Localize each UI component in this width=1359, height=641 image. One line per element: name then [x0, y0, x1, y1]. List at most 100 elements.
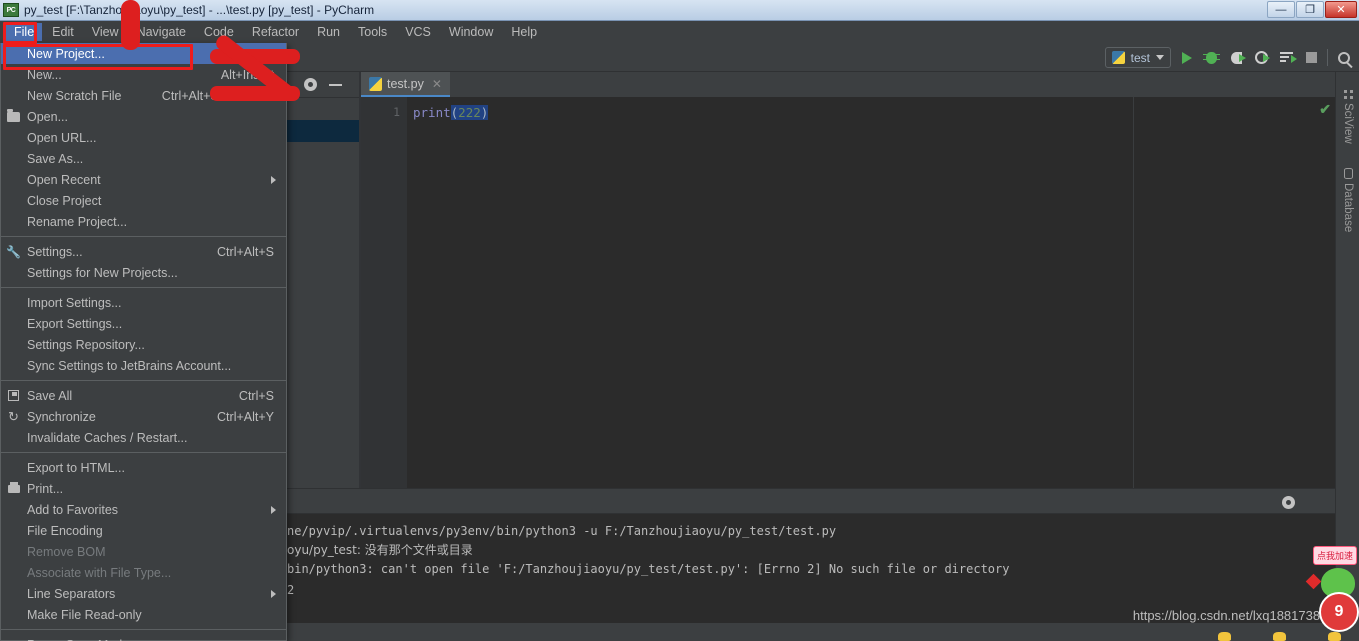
inspection-status-icon[interactable]: ✔ [1319, 101, 1331, 118]
menu-item-shortcut: Alt+Insert [220, 67, 274, 82]
file-menu-item-remove-bom: Remove BOM [1, 541, 286, 562]
submenu-arrow-icon [271, 505, 276, 514]
hide-panel-icon[interactable] [329, 83, 342, 86]
stop-button[interactable] [1302, 48, 1321, 67]
editor-gutter[interactable]: 1 [361, 97, 407, 488]
file-menu-item-save-all[interactable]: Save All Ctrl+S [1, 385, 286, 406]
file-menu-item-file-encoding[interactable]: File Encoding [1, 520, 286, 541]
file-menu-item-export-to-html[interactable]: Export to HTML... [1, 457, 286, 478]
file-menu-item-line-separators[interactable]: Line Separators [1, 583, 286, 604]
menu-item-label: Save As... [27, 151, 84, 166]
run-button[interactable] [1177, 48, 1196, 67]
file-menu-item-save-as[interactable]: Save As... [1, 148, 286, 169]
menu-item-label: Add to Favorites [27, 502, 119, 517]
menu-tools[interactable]: Tools [350, 23, 395, 41]
tab-test-py[interactable]: test.py ✕ [361, 72, 450, 97]
code-token-function: print [413, 105, 451, 120]
editor-area: test.py ✕ 1 print(222) ✔ [361, 72, 1335, 488]
file-menu-item-sync-settings-to-jetbrains-account[interactable]: Sync Settings to JetBrains Account... [1, 355, 286, 376]
chevron-down-icon [1156, 55, 1164, 60]
menu-item-label: Power Save Mode [27, 638, 129, 641]
file-menu-item-invalidate-caches-restart[interactable]: Invalidate Caches / Restart... [1, 427, 286, 448]
file-menu-item-settings-for-new-projects[interactable]: Settings for New Projects... [1, 262, 286, 283]
play-icon [1181, 51, 1192, 64]
menu-run[interactable]: Run [309, 23, 348, 41]
run-configuration-selector[interactable]: test [1104, 47, 1171, 68]
menu-navigate[interactable]: Navigate [129, 23, 194, 41]
close-button[interactable]: ✕ [1325, 1, 1357, 18]
profile-button[interactable] [1252, 48, 1271, 67]
coin-icon [1273, 632, 1286, 641]
menu-item-label: Close Project [27, 193, 102, 208]
close-icon[interactable]: ✕ [432, 77, 442, 91]
file-menu-item-add-to-favorites[interactable]: Add to Favorites [1, 499, 286, 520]
file-menu-item-power-save-mode[interactable]: Power Save Mode [1, 634, 286, 641]
coin-icon [1218, 632, 1231, 641]
python-file-icon [369, 76, 382, 91]
menu-item-label: Make File Read-only [27, 607, 142, 622]
file-menu-item-print[interactable]: Print... [1, 478, 286, 499]
promo-bubble[interactable]: 点我加速 [1312, 546, 1357, 565]
project-selected-row[interactable] [287, 120, 359, 142]
code-line-1: print(222) [413, 105, 1335, 120]
menu-code[interactable]: Code [196, 23, 242, 41]
menu-refactor[interactable]: Refactor [244, 23, 307, 41]
tab-label: test.py [387, 76, 424, 91]
file-menu-item-export-settings[interactable]: Export Settings... [1, 313, 286, 334]
menu-item-icon: ↻ [6, 409, 21, 424]
gear-icon[interactable] [304, 78, 317, 91]
menu-separator [1, 629, 286, 630]
menu-item-label: Import Settings... [27, 295, 122, 310]
file-menu-item-new[interactable]: New... Alt+Insert [1, 64, 286, 85]
menu-item-label: Synchronize [27, 409, 96, 424]
menu-bar: File Edit View Navigate Code Refactor Run Tools… [0, 21, 1359, 43]
menu-window[interactable]: Window [441, 23, 501, 41]
debug-button[interactable] [1202, 48, 1221, 67]
menu-item-label: New... [27, 67, 62, 82]
promo-badge[interactable]: 9 [1319, 592, 1359, 632]
file-menu-item-make-file-read-only[interactable]: Make File Read-only [1, 604, 286, 625]
restore-button[interactable]: ❐ [1296, 1, 1324, 18]
search-everywhere-button[interactable] [1334, 48, 1353, 67]
menu-vcs[interactable]: VCS [397, 23, 439, 41]
watermark-text: https://blog.csdn.net/lxq18817388351 [1132, 608, 1349, 623]
file-menu-item-rename-project[interactable]: Rename Project... [1, 211, 286, 232]
folder-icon [7, 108, 20, 122]
menu-file[interactable]: File [6, 23, 43, 41]
run-with-console-button[interactable] [1277, 48, 1297, 67]
menu-item-label: Associate with File Type... [27, 565, 172, 580]
sidebar-label-database: Database [1342, 183, 1354, 233]
file-menu-item-open-url[interactable]: Open URL... [1, 127, 286, 148]
file-menu-item-close-project[interactable]: Close Project [1, 190, 286, 211]
sidebar-item-database[interactable]: Database [1336, 168, 1359, 232]
minimize-button[interactable]: — [1267, 1, 1295, 18]
file-menu-dropdown[interactable]: New Project... New... Alt+Insert New Scratc… [0, 43, 287, 641]
menu-item-label: Save All [27, 388, 73, 403]
menu-help[interactable]: Help [503, 23, 545, 41]
file-menu-item-open-recent[interactable]: Open Recent [1, 169, 286, 190]
title-bar: PC py_test [F:\Tanzhoujiaoyu\py_test] - … [0, 0, 1359, 21]
code-editor[interactable]: print(222) [407, 97, 1335, 488]
menu-item-icon [6, 388, 21, 403]
console-line: ne/pyvip/.virtualenvs/py3env/bin/python3… [287, 524, 837, 538]
file-menu-item-settings-repository[interactable]: Settings Repository... [1, 334, 286, 355]
file-menu-item-synchronize[interactable]: ↻ Synchronize Ctrl+Alt+Y [1, 406, 286, 427]
console-gear-icon[interactable] [1282, 496, 1295, 509]
menu-item-label: New Scratch File [27, 88, 122, 103]
database-icon [1343, 168, 1353, 179]
file-menu-item-settings[interactable]: 🔧 Settings... Ctrl+Alt+S [1, 241, 286, 262]
sync-icon: ↻ [8, 408, 19, 424]
file-menu-item-import-settings[interactable]: Import Settings... [1, 292, 286, 313]
project-panel[interactable] [287, 98, 359, 488]
console-line: bin/python3: can't open file 'F:/Tanzhou… [287, 562, 1010, 576]
run-configuration-label: test [1130, 50, 1150, 65]
file-menu-item-open[interactable]: Open... [1, 106, 286, 127]
file-menu-item-new-scratch-file[interactable]: New Scratch File Ctrl+Alt+Shift+Insert [1, 85, 286, 106]
file-menu-item-new-project[interactable]: New Project... [1, 43, 286, 64]
menu-view[interactable]: View [84, 23, 127, 41]
sidebar-item-sciview[interactable]: SciView [1336, 90, 1359, 144]
menu-edit[interactable]: Edit [44, 23, 82, 41]
coin-icon [1328, 632, 1341, 641]
run-coverage-button[interactable] [1227, 48, 1246, 67]
editor-tab-strip: test.py ✕ [361, 72, 1335, 97]
